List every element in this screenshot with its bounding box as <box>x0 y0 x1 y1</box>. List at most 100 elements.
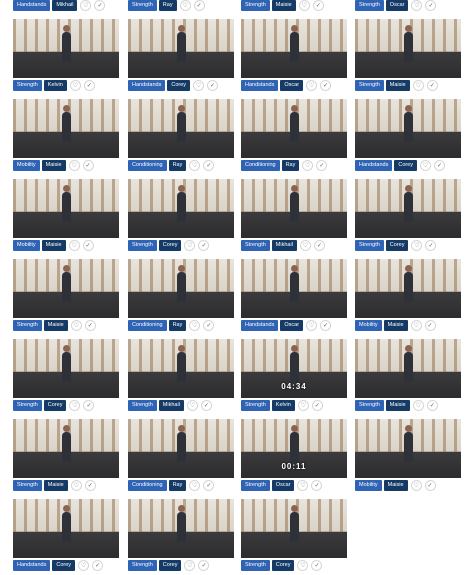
heart-icon[interactable]: ♡ <box>412 80 424 91</box>
category-tag[interactable]: Strength <box>355 240 384 251</box>
heart-icon[interactable]: ♡ <box>297 560 309 571</box>
coach-tag[interactable]: Maisie <box>41 160 66 171</box>
category-tag[interactable]: Handstands <box>13 560 51 571</box>
heart-icon[interactable]: ♡ <box>186 400 198 411</box>
category-tag[interactable]: Mobility <box>13 160 40 171</box>
check-circle-icon[interactable]: ✓ <box>92 560 104 571</box>
category-tag[interactable]: Strength <box>355 80 384 91</box>
video-thumbnail[interactable] <box>13 499 119 558</box>
coach-tag[interactable]: Maisie <box>43 480 68 491</box>
video-thumbnail[interactable] <box>355 179 461 238</box>
coach-tag[interactable]: Corey <box>271 560 295 571</box>
heart-icon[interactable]: ♡ <box>299 240 311 251</box>
coach-tag[interactable]: Ray <box>281 160 300 171</box>
video-thumbnail[interactable] <box>13 259 119 318</box>
check-circle-icon[interactable]: ✓ <box>320 80 332 91</box>
heart-icon[interactable]: ♡ <box>189 320 201 331</box>
coach-tag[interactable]: Corey <box>394 160 418 171</box>
video-thumbnail[interactable] <box>13 339 119 398</box>
category-tag[interactable]: Conditioning <box>128 480 167 491</box>
heart-icon[interactable]: ♡ <box>297 480 309 491</box>
coach-tag[interactable]: Maisie <box>43 320 68 331</box>
check-circle-icon[interactable]: ✓ <box>311 560 323 571</box>
coach-tag[interactable]: Mikhail <box>52 0 78 11</box>
check-circle-icon[interactable]: ✓ <box>84 320 96 331</box>
video-thumbnail[interactable] <box>355 19 461 78</box>
coach-tag[interactable]: Oscar <box>271 480 295 491</box>
category-tag[interactable]: Conditioning <box>128 320 167 331</box>
coach-tag[interactable]: Maisie <box>383 320 408 331</box>
heart-icon[interactable]: ♡ <box>410 320 422 331</box>
coach-tag[interactable]: Kelvin <box>271 400 295 411</box>
heart-icon[interactable]: ♡ <box>78 560 90 571</box>
category-tag[interactable]: Strength <box>13 320 42 331</box>
category-tag[interactable]: Handstands <box>128 80 166 91</box>
check-circle-icon[interactable]: ✓ <box>82 240 94 251</box>
coach-tag[interactable]: Maisie <box>271 0 296 11</box>
heart-icon[interactable]: ♡ <box>189 160 201 171</box>
category-tag[interactable]: Strength <box>128 240 157 251</box>
video-thumbnail[interactable] <box>128 179 234 238</box>
check-circle-icon[interactable]: ✓ <box>83 80 95 91</box>
category-tag[interactable]: Handstands <box>241 320 279 331</box>
check-circle-icon[interactable]: ✓ <box>426 80 438 91</box>
check-circle-icon[interactable]: ✓ <box>83 400 95 411</box>
check-circle-icon[interactable]: ✓ <box>82 160 94 171</box>
category-tag[interactable]: Strength <box>13 80 42 91</box>
video-thumbnail[interactable] <box>355 339 461 398</box>
heart-icon[interactable]: ♡ <box>80 0 92 11</box>
check-circle-icon[interactable]: ✓ <box>425 0 437 11</box>
heart-icon[interactable]: ♡ <box>411 0 423 11</box>
video-thumbnail[interactable]: 04:34 <box>241 339 347 398</box>
video-thumbnail[interactable] <box>355 419 461 478</box>
coach-tag[interactable]: Maisie <box>385 400 410 411</box>
check-circle-icon[interactable]: ✓ <box>311 480 323 491</box>
video-thumbnail[interactable] <box>355 259 461 318</box>
heart-icon[interactable]: ♡ <box>420 160 432 171</box>
coach-tag[interactable]: Corey <box>385 240 409 251</box>
heart-icon[interactable]: ♡ <box>298 0 310 11</box>
category-tag[interactable]: Strength <box>128 560 157 571</box>
heart-icon[interactable]: ♡ <box>412 400 424 411</box>
check-circle-icon[interactable]: ✓ <box>203 480 215 491</box>
video-thumbnail[interactable] <box>128 259 234 318</box>
category-tag[interactable]: Handstands <box>241 80 279 91</box>
category-tag[interactable]: Strength <box>128 400 157 411</box>
category-tag[interactable]: Strength <box>13 480 42 491</box>
category-tag[interactable]: Handstands <box>13 0 51 11</box>
video-thumbnail[interactable] <box>241 259 347 318</box>
heart-icon[interactable]: ♡ <box>70 480 82 491</box>
category-tag[interactable]: Strength <box>13 400 42 411</box>
category-tag[interactable]: Handstands <box>355 160 393 171</box>
coach-tag[interactable]: Oscar <box>280 320 304 331</box>
check-circle-icon[interactable]: ✓ <box>94 0 106 11</box>
heart-icon[interactable]: ♡ <box>184 560 196 571</box>
heart-icon[interactable]: ♡ <box>411 240 423 251</box>
coach-tag[interactable]: Corey <box>158 560 182 571</box>
coach-tag[interactable]: Ray <box>158 0 177 11</box>
heart-icon[interactable]: ♡ <box>184 240 196 251</box>
heart-icon[interactable]: ♡ <box>302 160 314 171</box>
video-thumbnail[interactable] <box>355 99 461 158</box>
coach-tag[interactable]: Corey <box>158 240 182 251</box>
heart-icon[interactable]: ♡ <box>306 320 318 331</box>
check-circle-icon[interactable]: ✓ <box>312 0 324 11</box>
coach-tag[interactable]: Mikhail <box>158 400 184 411</box>
category-tag[interactable]: Strength <box>241 560 270 571</box>
category-tag[interactable]: Strength <box>128 0 157 11</box>
check-circle-icon[interactable]: ✓ <box>198 240 210 251</box>
category-tag[interactable]: Strength <box>355 0 384 11</box>
heart-icon[interactable]: ♡ <box>179 0 191 11</box>
category-tag[interactable]: Conditioning <box>128 160 167 171</box>
check-circle-icon[interactable]: ✓ <box>193 0 205 11</box>
category-tag[interactable]: Conditioning <box>241 160 280 171</box>
category-tag[interactable]: Strength <box>355 400 384 411</box>
check-circle-icon[interactable]: ✓ <box>424 480 436 491</box>
coach-tag[interactable]: Ray <box>168 320 187 331</box>
video-thumbnail[interactable] <box>241 99 347 158</box>
video-thumbnail[interactable] <box>128 499 234 558</box>
category-tag[interactable]: Strength <box>241 400 270 411</box>
coach-tag[interactable]: Corey <box>43 400 67 411</box>
check-circle-icon[interactable]: ✓ <box>203 160 215 171</box>
video-thumbnail[interactable] <box>128 419 234 478</box>
